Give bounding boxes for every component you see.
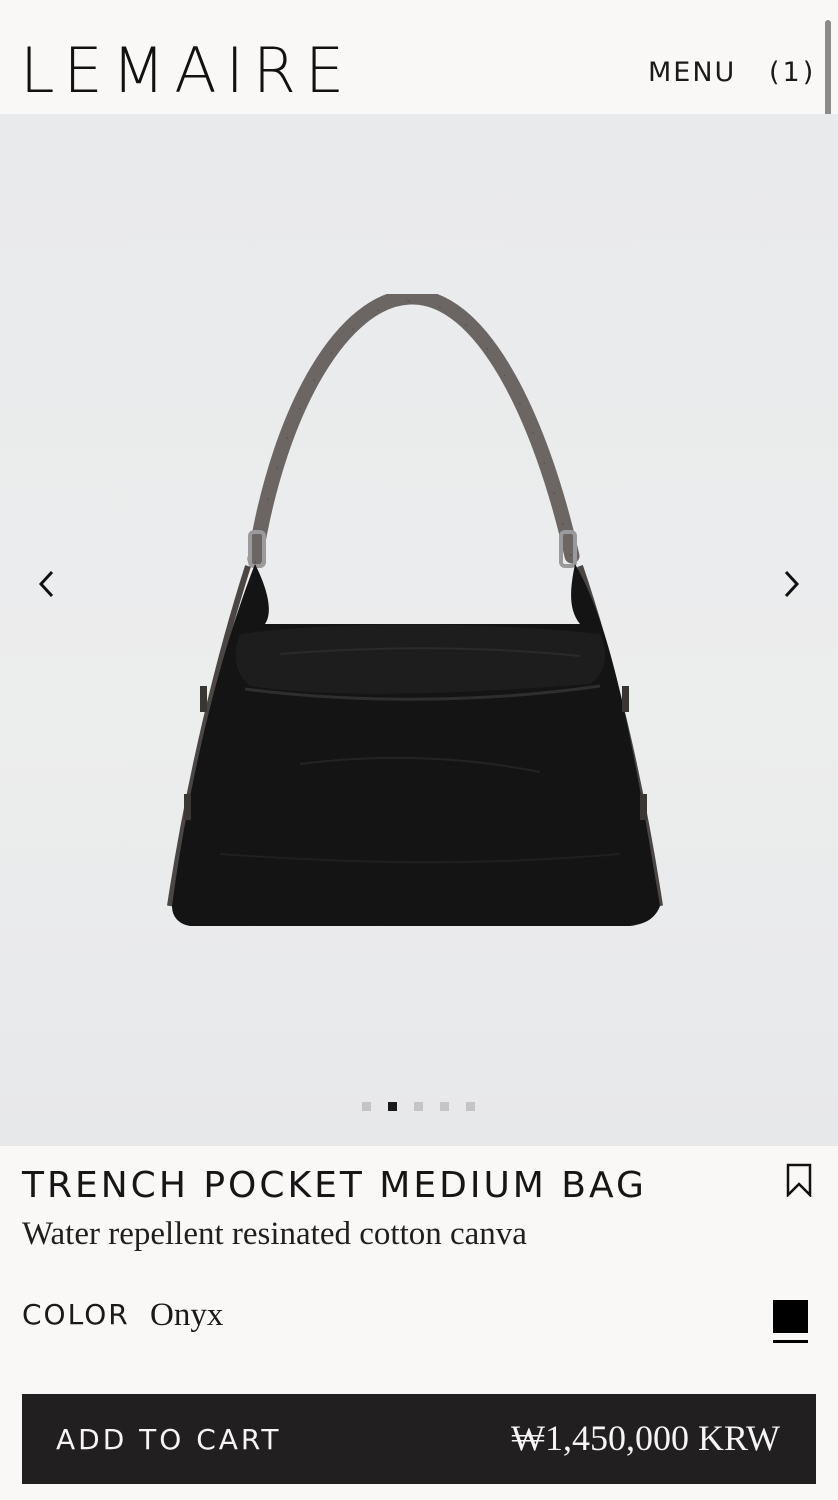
bookmark-icon	[786, 1163, 812, 1199]
gallery-dot[interactable]	[466, 1102, 475, 1111]
site-header: LEMAIRE MENU (1)	[0, 0, 838, 114]
product-subtitle: Water repellent resinated cotton canva	[22, 1216, 527, 1252]
gallery-dot[interactable]	[440, 1102, 449, 1111]
gallery-pagination	[362, 1102, 475, 1111]
gallery-prev-button[interactable]	[27, 564, 67, 604]
chevron-right-icon	[784, 570, 800, 598]
gallery-dot-active[interactable]	[388, 1102, 397, 1111]
gallery-next-button[interactable]	[771, 564, 811, 604]
wishlist-button[interactable]	[786, 1163, 812, 1199]
add-to-cart-button[interactable]: ADD TO CART ₩1,450,000 KRW	[22, 1394, 816, 1484]
selected-swatch-indicator	[773, 1340, 808, 1343]
gallery-dot[interactable]	[414, 1102, 423, 1111]
product-price: ₩1,450,000 KRW	[511, 1418, 780, 1458]
menu-button[interactable]: MENU	[648, 56, 736, 90]
color-label: COLOR	[22, 1298, 130, 1331]
color-swatch-onyx[interactable]	[773, 1300, 808, 1333]
color-value: Onyx	[150, 1297, 224, 1333]
cart-count-button[interactable]: (1)	[769, 56, 816, 90]
gallery-dot[interactable]	[362, 1102, 371, 1111]
product-title: TRENCH POCKET MEDIUM BAG	[22, 1165, 647, 1206]
chevron-left-icon	[38, 570, 54, 598]
product-image	[167, 294, 663, 926]
brand-logo[interactable]: LEMAIRE	[20, 36, 353, 106]
product-image-gallery[interactable]	[0, 114, 838, 1146]
add-to-cart-label: ADD TO CART	[56, 1423, 282, 1456]
